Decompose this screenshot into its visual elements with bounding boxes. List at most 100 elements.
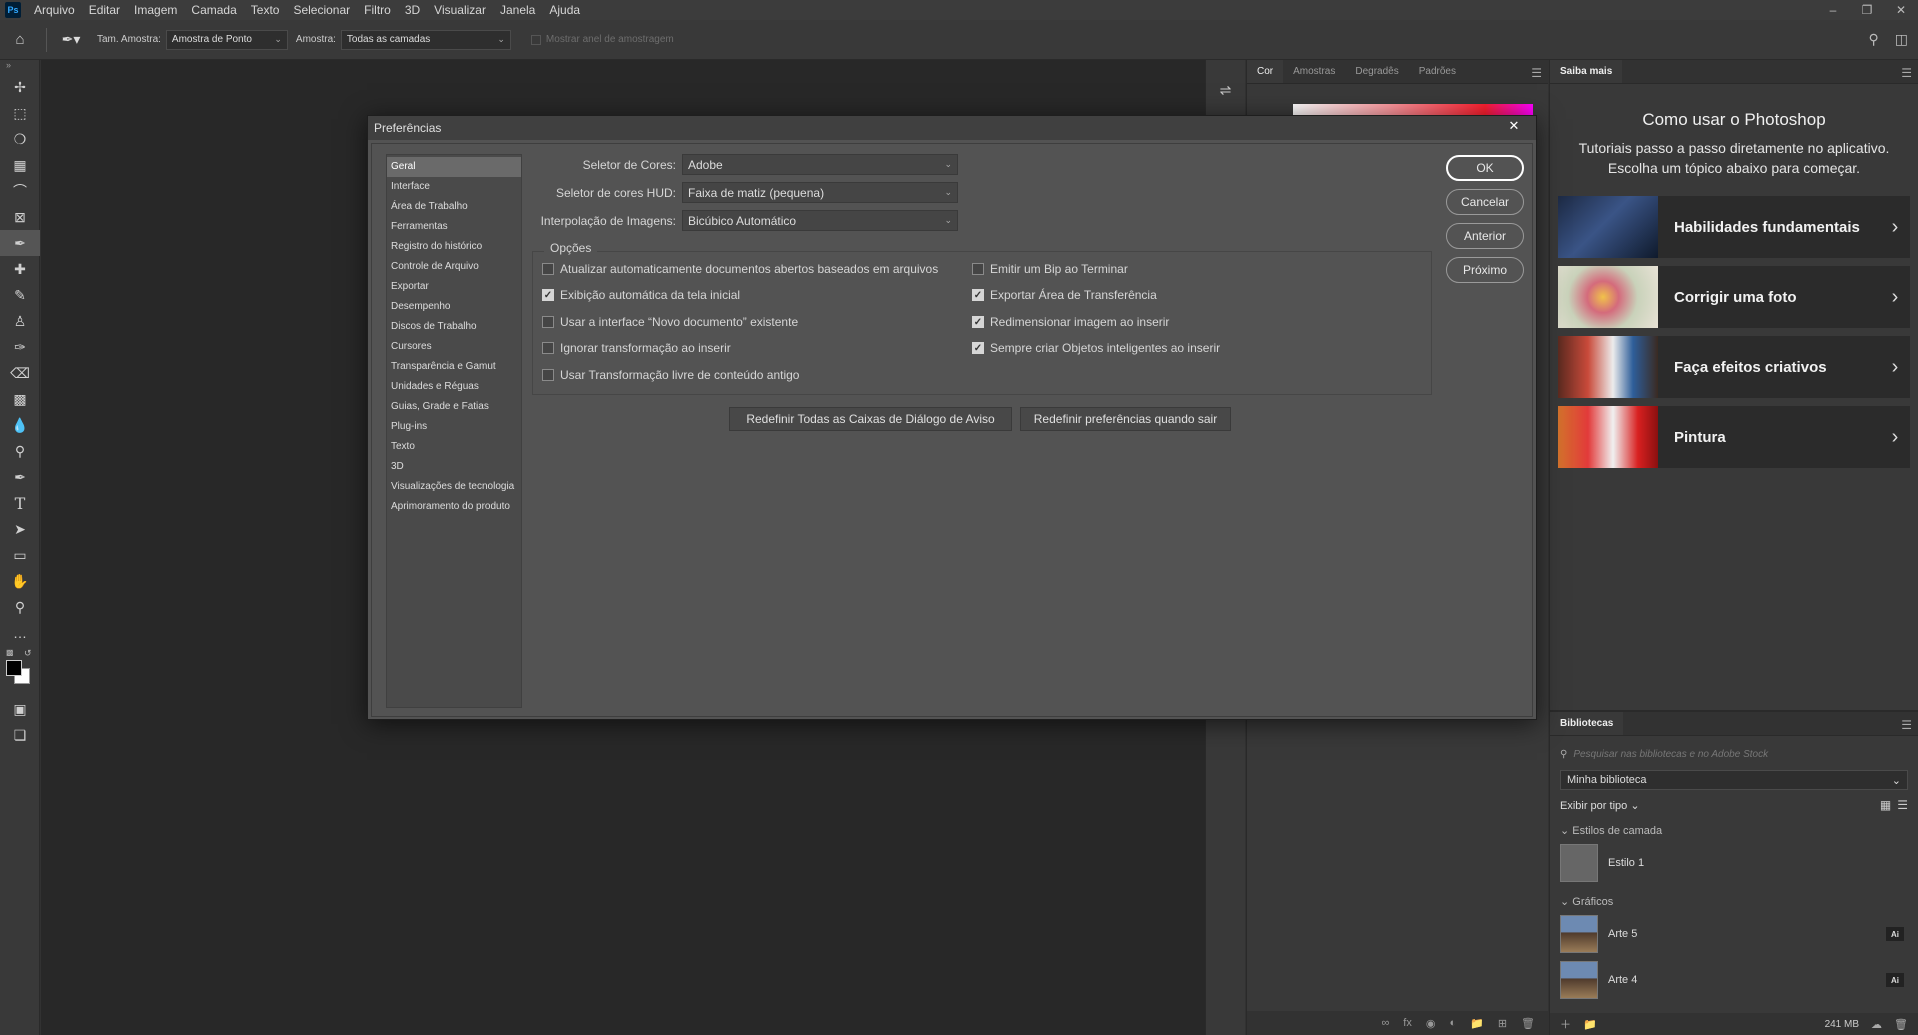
eraser-tool-icon[interactable]: ⌫ — [0, 360, 40, 386]
folder-icon[interactable]: 📁 — [1470, 1017, 1484, 1030]
default-colors-icon[interactable]: ▩ — [6, 648, 14, 657]
link-icon[interactable]: ∞ — [1381, 1017, 1389, 1029]
screen-mode-icon[interactable]: ❏ — [0, 722, 40, 748]
grid-view-icon[interactable]: ▦ — [1880, 798, 1891, 812]
reset-preferences-button[interactable]: Redefinir preferências quando sair — [1020, 407, 1231, 431]
close-window-icon[interactable]: ✕ — [1884, 0, 1918, 20]
tab-cor[interactable]: Cor — [1247, 60, 1284, 83]
panel-menu-icon[interactable]: ☰ — [1901, 66, 1912, 80]
foreground-color-swatch[interactable] — [6, 660, 22, 676]
learn-card-creative[interactable]: Faça efeitos criativos › — [1558, 336, 1910, 398]
view-by-dropdown[interactable]: Exibir por tipo ⌄ — [1560, 799, 1640, 812]
frame-tool-icon[interactable]: ⊠ — [0, 204, 40, 230]
add-icon[interactable]: ＋ — [1560, 1016, 1571, 1032]
menu-editar[interactable]: Editar — [82, 3, 127, 17]
marquee-tool-icon[interactable]: ⬚ — [0, 100, 40, 126]
sample-select[interactable]: Todas as camadas ⌄ — [340, 29, 511, 50]
learn-card-fix-photo[interactable]: Corrigir uma foto › — [1558, 266, 1910, 328]
sample-size-select[interactable]: Amostra de Ponto ⌄ — [165, 29, 288, 50]
category-item[interactable]: Registro do histórico — [387, 237, 521, 257]
brush-tool-icon[interactable]: ✎ — [0, 282, 40, 308]
tab-padroes[interactable]: Padrões — [1409, 60, 1466, 83]
home-icon[interactable]: ⌂ — [0, 31, 40, 48]
show-ring-checkbox[interactable]: Mostrar anel de amostragem — [530, 34, 674, 45]
menu-janela[interactable]: Janela — [493, 3, 542, 17]
library-item[interactable]: Arte 4 Ai — [1560, 960, 1908, 1000]
option-resize-on-place[interactable]: ✓ Redimensionar imagem ao inserir — [972, 315, 1169, 329]
library-item[interactable]: Arte 5 Ai — [1560, 914, 1908, 954]
option-legacy-free-transform[interactable]: Usar Transformação livre de conteúdo ant… — [542, 368, 799, 382]
learn-card-fundamental[interactable]: Habilidades fundamentais › — [1558, 196, 1910, 258]
eyedropper-tool-icon[interactable]: ✒▾ — [53, 31, 89, 48]
new-layer-icon[interactable]: ⊞ — [1498, 1017, 1507, 1030]
swap-colors-icon[interactable]: ↺ — [24, 648, 32, 659]
panel-menu-icon[interactable]: ☰ — [1901, 718, 1912, 732]
category-item[interactable]: Visualizações de tecnologia — [387, 477, 521, 497]
menu-visualizar[interactable]: Visualizar — [427, 3, 493, 17]
cloud-icon[interactable]: ☁ — [1871, 1018, 1882, 1031]
adjustment-layer-icon[interactable]: ◐ — [1449, 1017, 1456, 1029]
ok-button[interactable]: OK — [1446, 155, 1524, 181]
category-item[interactable]: Interface — [387, 177, 521, 197]
menu-3d[interactable]: 3D — [398, 3, 427, 17]
gradient-tool-icon[interactable]: ▩ — [0, 386, 40, 412]
reset-warnings-button[interactable]: Redefinir Todas as Caixas de Diálogo de … — [729, 407, 1012, 431]
zoom-tool-icon[interactable]: ⚲ — [0, 594, 40, 620]
category-item[interactable]: Guias, Grade e Fatias — [387, 397, 521, 417]
option-beep[interactable]: Emitir um Bip ao Terminar — [972, 262, 1128, 276]
tab-amostras[interactable]: Amostras — [1283, 60, 1345, 83]
category-item[interactable]: Discos de Trabalho — [387, 317, 521, 337]
mask-icon[interactable]: ◉ — [1426, 1017, 1436, 1030]
trash-icon[interactable]: 🗑 — [1521, 1017, 1535, 1030]
learn-card-painting[interactable]: Pintura › — [1558, 406, 1910, 468]
category-item[interactable]: Plug-ins — [387, 417, 521, 437]
interpolation-select[interactable]: Bicúbico Automático ⌄ — [682, 210, 958, 231]
menu-imagem[interactable]: Imagem — [127, 3, 184, 17]
adjustments-icon[interactable]: ⇌ — [1206, 76, 1245, 104]
object-select-tool-icon[interactable]: ▦ — [0, 152, 40, 178]
menu-camada[interactable]: Camada — [184, 3, 243, 17]
workspace-icon[interactable]: ◫ — [1895, 31, 1908, 48]
minimize-icon[interactable]: – — [1816, 0, 1850, 20]
option-export-clipboard[interactable]: ✓ Exportar Área de Transferência — [972, 288, 1157, 302]
option-skip-transform[interactable]: Ignorar transformação ao inserir — [542, 341, 731, 355]
color-swatches[interactable]: ▩ ↺ — [0, 646, 40, 696]
category-item[interactable]: Aprimoramento do produto — [387, 497, 521, 517]
category-item[interactable]: Desempenho — [387, 297, 521, 317]
library-search-input[interactable]: ⚲ Pesquisar nas bibliotecas e no Adobe S… — [1560, 744, 1908, 764]
close-icon[interactable]: ✕ — [1496, 116, 1532, 136]
option-auto-update[interactable]: Atualizar automaticamente documentos abe… — [542, 262, 938, 276]
category-item[interactable]: Transparência e Gamut — [387, 357, 521, 377]
category-item[interactable]: Texto — [387, 437, 521, 457]
tab-bibliotecas[interactable]: Bibliotecas — [1550, 712, 1624, 735]
rectangle-tool-icon[interactable]: ▭ — [0, 542, 40, 568]
option-legacy-new-doc[interactable]: Usar a interface “Novo documento” existe… — [542, 315, 798, 329]
more-tools-icon[interactable]: … — [0, 620, 40, 646]
library-select[interactable]: Minha biblioteca ⌄ — [1560, 770, 1908, 790]
category-item[interactable]: Geral — [387, 157, 521, 177]
category-item[interactable]: 3D — [387, 457, 521, 477]
section-layer-styles[interactable]: ⌄ Estilos de camada — [1560, 824, 1908, 837]
tab-saiba-mais[interactable]: Saiba mais — [1550, 60, 1623, 83]
cancel-button[interactable]: Cancelar — [1446, 189, 1524, 215]
previous-button[interactable]: Anterior — [1446, 223, 1524, 249]
menu-selecionar[interactable]: Selecionar — [286, 3, 357, 17]
tab-degrades[interactable]: Degradês — [1345, 60, 1408, 83]
category-item[interactable]: Área de Trabalho — [387, 197, 521, 217]
hand-tool-icon[interactable]: ✋ — [0, 568, 40, 594]
panel-menu-icon[interactable]: ☰ — [1531, 66, 1542, 80]
list-view-icon[interactable]: ☰ — [1897, 798, 1908, 812]
category-item[interactable]: Controle de Arquivo — [387, 257, 521, 277]
category-item[interactable]: Cursores — [387, 337, 521, 357]
quick-mask-icon[interactable]: ▣ — [0, 696, 40, 722]
search-icon[interactable]: ⚲ — [1869, 31, 1879, 48]
history-brush-tool-icon[interactable]: ✑ — [0, 334, 40, 360]
path-select-tool-icon[interactable]: ➤ — [0, 516, 40, 542]
restore-icon[interactable]: ❐ — [1850, 0, 1884, 20]
hud-picker-select[interactable]: Faixa de matiz (pequena) ⌄ — [682, 182, 958, 203]
menu-ajuda[interactable]: Ajuda — [542, 3, 587, 17]
collapse-icon[interactable]: » — [0, 60, 39, 74]
next-button[interactable]: Próximo — [1446, 257, 1524, 283]
menu-arquivo[interactable]: Arquivo — [27, 3, 82, 17]
category-item[interactable]: Exportar — [387, 277, 521, 297]
